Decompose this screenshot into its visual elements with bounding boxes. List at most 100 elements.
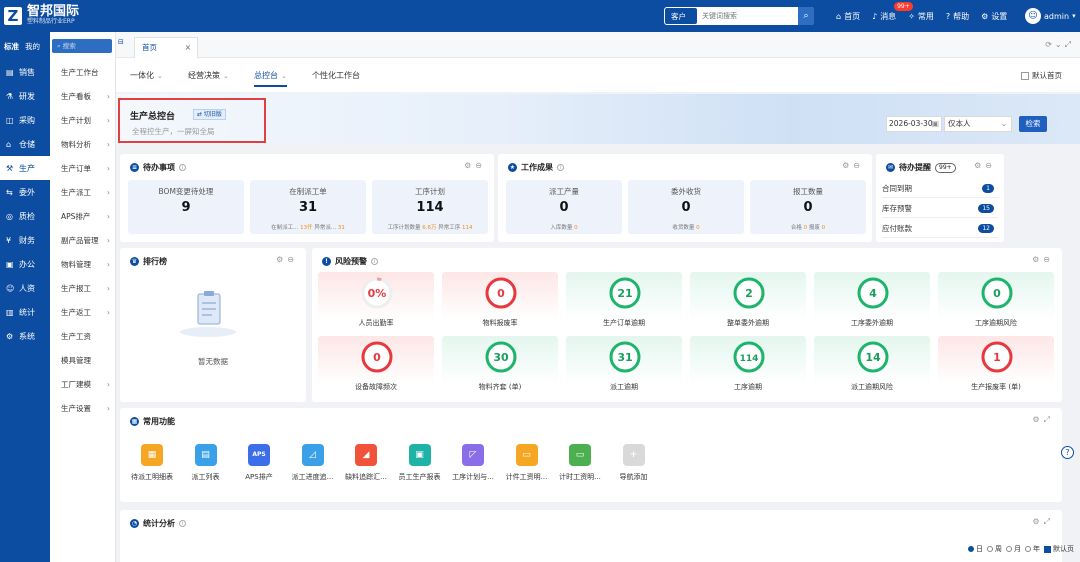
nav-item-system[interactable]: ⚙ 系统 — [0, 324, 50, 348]
subtab-0[interactable]: 一体化 ⌄ — [130, 70, 163, 81]
nav-item-production[interactable]: ⚒ 生产 — [0, 156, 50, 180]
risk-item[interactable]: 114 工序逾期 — [690, 336, 806, 396]
common-function-item[interactable]: ▤ 派工列表 — [180, 444, 232, 482]
search-input[interactable] — [698, 7, 798, 25]
default-checkbox[interactable] — [1044, 545, 1051, 553]
sub-nav-item[interactable]: 生产工资 — [50, 324, 116, 348]
scope-select[interactable]: 仅本人 ⌄ — [944, 116, 1012, 132]
risk-item[interactable]: 2 整单委外逾期 — [690, 272, 806, 332]
card-tools[interactable]: ⚙⤢ — [1032, 415, 1054, 425]
nav-item-sales[interactable]: ▤ 销售 — [0, 60, 50, 84]
nav-item-outsource[interactable]: ⇆ 委外 — [0, 180, 50, 204]
switch-old-version-tag[interactable]: ⇄ 切旧版 — [193, 109, 226, 120]
todo-stat-box[interactable]: 工序计划 114 工序计划数量 6.6万 异常工序 114 — [372, 180, 488, 234]
risk-item[interactable]: 0 物料报废率 — [442, 272, 558, 332]
sub-nav-item[interactable]: 生产工作台 — [50, 60, 116, 84]
common-function-item[interactable]: ▭ 计时工资明... — [554, 444, 606, 482]
risk-item[interactable]: 30 物料齐套 (单) — [442, 336, 558, 396]
sub-nav-item[interactable]: 副产品管理 › — [50, 228, 116, 252]
reminder-row[interactable]: 合同到期 1 — [882, 180, 998, 198]
sub-nav-item[interactable]: 工厂建模 › — [50, 372, 116, 396]
nav-item-finance[interactable]: ¥ 财务 — [0, 228, 50, 252]
results-stat-box[interactable]: 派工产量 0 入库数量 0 — [506, 180, 622, 234]
common-function-item[interactable]: ▣ 员工生产报表 — [394, 444, 446, 482]
card-tools[interactable]: ⚙⊖ — [974, 161, 996, 170]
period-radio[interactable] — [987, 546, 993, 552]
info-icon[interactable]: i — [179, 520, 186, 527]
subtab-2[interactable]: 总控台 ⌄ — [254, 70, 287, 87]
info-icon[interactable]: i — [371, 258, 378, 265]
period-radio[interactable] — [968, 546, 974, 552]
sub-nav-item[interactable]: 生产订单 › — [50, 156, 116, 180]
subnav-search-input[interactable]: ⌕ 搜索 — [52, 39, 112, 53]
nav-item-quality[interactable]: ◎ 质检 — [0, 204, 50, 228]
risk-item[interactable]: 1 生产报废率 (单) — [938, 336, 1054, 396]
risk-item[interactable]: 31 派工逾期 — [566, 336, 682, 396]
collapse-icon[interactable]: ⊟ — [118, 38, 124, 46]
risk-item[interactable]: 4 工序委外逾期 — [814, 272, 930, 332]
risk-item[interactable]: 14 派工逾期风险 — [814, 336, 930, 396]
sub-nav-item[interactable]: 生产看板 › — [50, 84, 116, 108]
brand-logo[interactable]: Z 智邦国际 塑料制品行业ERP — [4, 5, 79, 26]
sub-nav-item[interactable]: 生产报工 › — [50, 276, 116, 300]
card-tools[interactable]: ⚙⊖ — [1032, 255, 1054, 264]
query-button[interactable]: 检索 — [1019, 116, 1047, 132]
common-function-item[interactable]: + 导航添加 — [608, 444, 660, 482]
reminder-row[interactable]: 应付账款 12 — [882, 220, 998, 238]
nav-item-hr[interactable]: ☺ 人资 — [0, 276, 50, 300]
sub-nav-item[interactable]: 模具管理 — [50, 348, 116, 372]
period-radio[interactable] — [1025, 546, 1031, 552]
nav-tab-mine[interactable]: 我的 — [25, 41, 40, 52]
sub-nav-item[interactable]: 物料分析 › — [50, 132, 116, 156]
sub-nav-item[interactable]: 生产设置 › — [50, 396, 116, 420]
nav-item-purchase[interactable]: ◫ 采购 — [0, 108, 50, 132]
common-function-item[interactable]: ◿ 派工进度追... — [287, 444, 339, 482]
top-action-settings[interactable]: ⚙ 设置 — [981, 11, 1007, 22]
common-function-item[interactable]: ◸ 工序计划与... — [447, 444, 499, 482]
reminder-row[interactable]: 库存预警 15 — [882, 200, 998, 218]
nav-item-office[interactable]: ▣ 办公 — [0, 252, 50, 276]
search-icon[interactable]: ⌕ — [798, 7, 814, 25]
subtab-3[interactable]: 个性化工作台 — [312, 70, 360, 81]
risk-item[interactable]: 0 工序逾期风险 — [938, 272, 1054, 332]
nav-item-warehouse[interactable]: ⌂ 仓储 — [0, 132, 50, 156]
top-action-bell[interactable]: ♪ 消息 99+ — [872, 1, 913, 22]
top-action-gear[interactable]: ✧ 常用 — [908, 11, 934, 22]
info-icon[interactable]: i — [557, 164, 564, 171]
nav-item-stats[interactable]: ▥ 统计 — [0, 300, 50, 324]
results-stat-box[interactable]: 报工数量 0 合格 0 报废 0 — [750, 180, 866, 234]
nav-tab-standard[interactable]: 标准 — [4, 41, 19, 52]
common-function-item[interactable]: ◢ 缺料追踪汇... — [340, 444, 392, 482]
sub-nav-item[interactable]: 生产派工 › — [50, 180, 116, 204]
info-icon[interactable]: i — [179, 164, 186, 171]
risk-item[interactable]: 0 设备故障频次 — [318, 336, 434, 396]
card-tools[interactable]: ⚙⤢ — [1032, 517, 1054, 527]
sub-nav-item[interactable]: 物料管理 › — [50, 252, 116, 276]
card-tools[interactable]: ⚙⊖ — [464, 161, 486, 170]
todo-stat-box[interactable]: BOM变更待处理 9 — [128, 180, 244, 234]
user-menu[interactable]: ☺ admin ▾ — [1025, 8, 1076, 24]
risk-item[interactable]: 21 生产订单逾期 — [566, 272, 682, 332]
tab-home[interactable]: 首页 × — [134, 37, 198, 58]
search-type-select[interactable]: 客户名称 — [665, 8, 697, 24]
common-function-item[interactable]: APS APS排产 — [233, 444, 285, 482]
date-picker[interactable]: 2026-03-30 ▣ — [886, 116, 942, 132]
subtab-1[interactable]: 经营决策 ⌄ — [188, 70, 229, 81]
sub-nav-item[interactable]: 生产返工 › — [50, 300, 116, 324]
sub-nav-item[interactable]: APS排产 › — [50, 204, 116, 228]
nav-item-rd[interactable]: ⚗ 研发 — [0, 84, 50, 108]
card-tools[interactable]: ⚙⊖ — [842, 161, 864, 170]
default-home-checkbox[interactable]: 默认首页 — [1021, 70, 1062, 81]
tab-tools[interactable]: ⟳⌄⤢ — [1045, 40, 1074, 50]
common-function-item[interactable]: ▭ 计件工资明... — [501, 444, 553, 482]
help-float-button[interactable]: ? — [1061, 446, 1074, 459]
close-icon[interactable]: × — [185, 38, 191, 58]
period-radio[interactable] — [1006, 546, 1012, 552]
sub-nav-item[interactable]: 生产计划 › — [50, 108, 116, 132]
risk-item[interactable]: 0% 人员出勤率 — [318, 272, 434, 332]
card-tools[interactable]: ⚙⊖ — [276, 255, 298, 264]
results-stat-box[interactable]: 委外收货 0 收货数量 0 — [628, 180, 744, 234]
top-action-help[interactable]: ? 帮助 — [946, 11, 969, 22]
top-action-home[interactable]: ⌂ 首页 — [836, 11, 860, 22]
common-function-item[interactable]: ▦ 待派工明细表 — [126, 444, 178, 482]
